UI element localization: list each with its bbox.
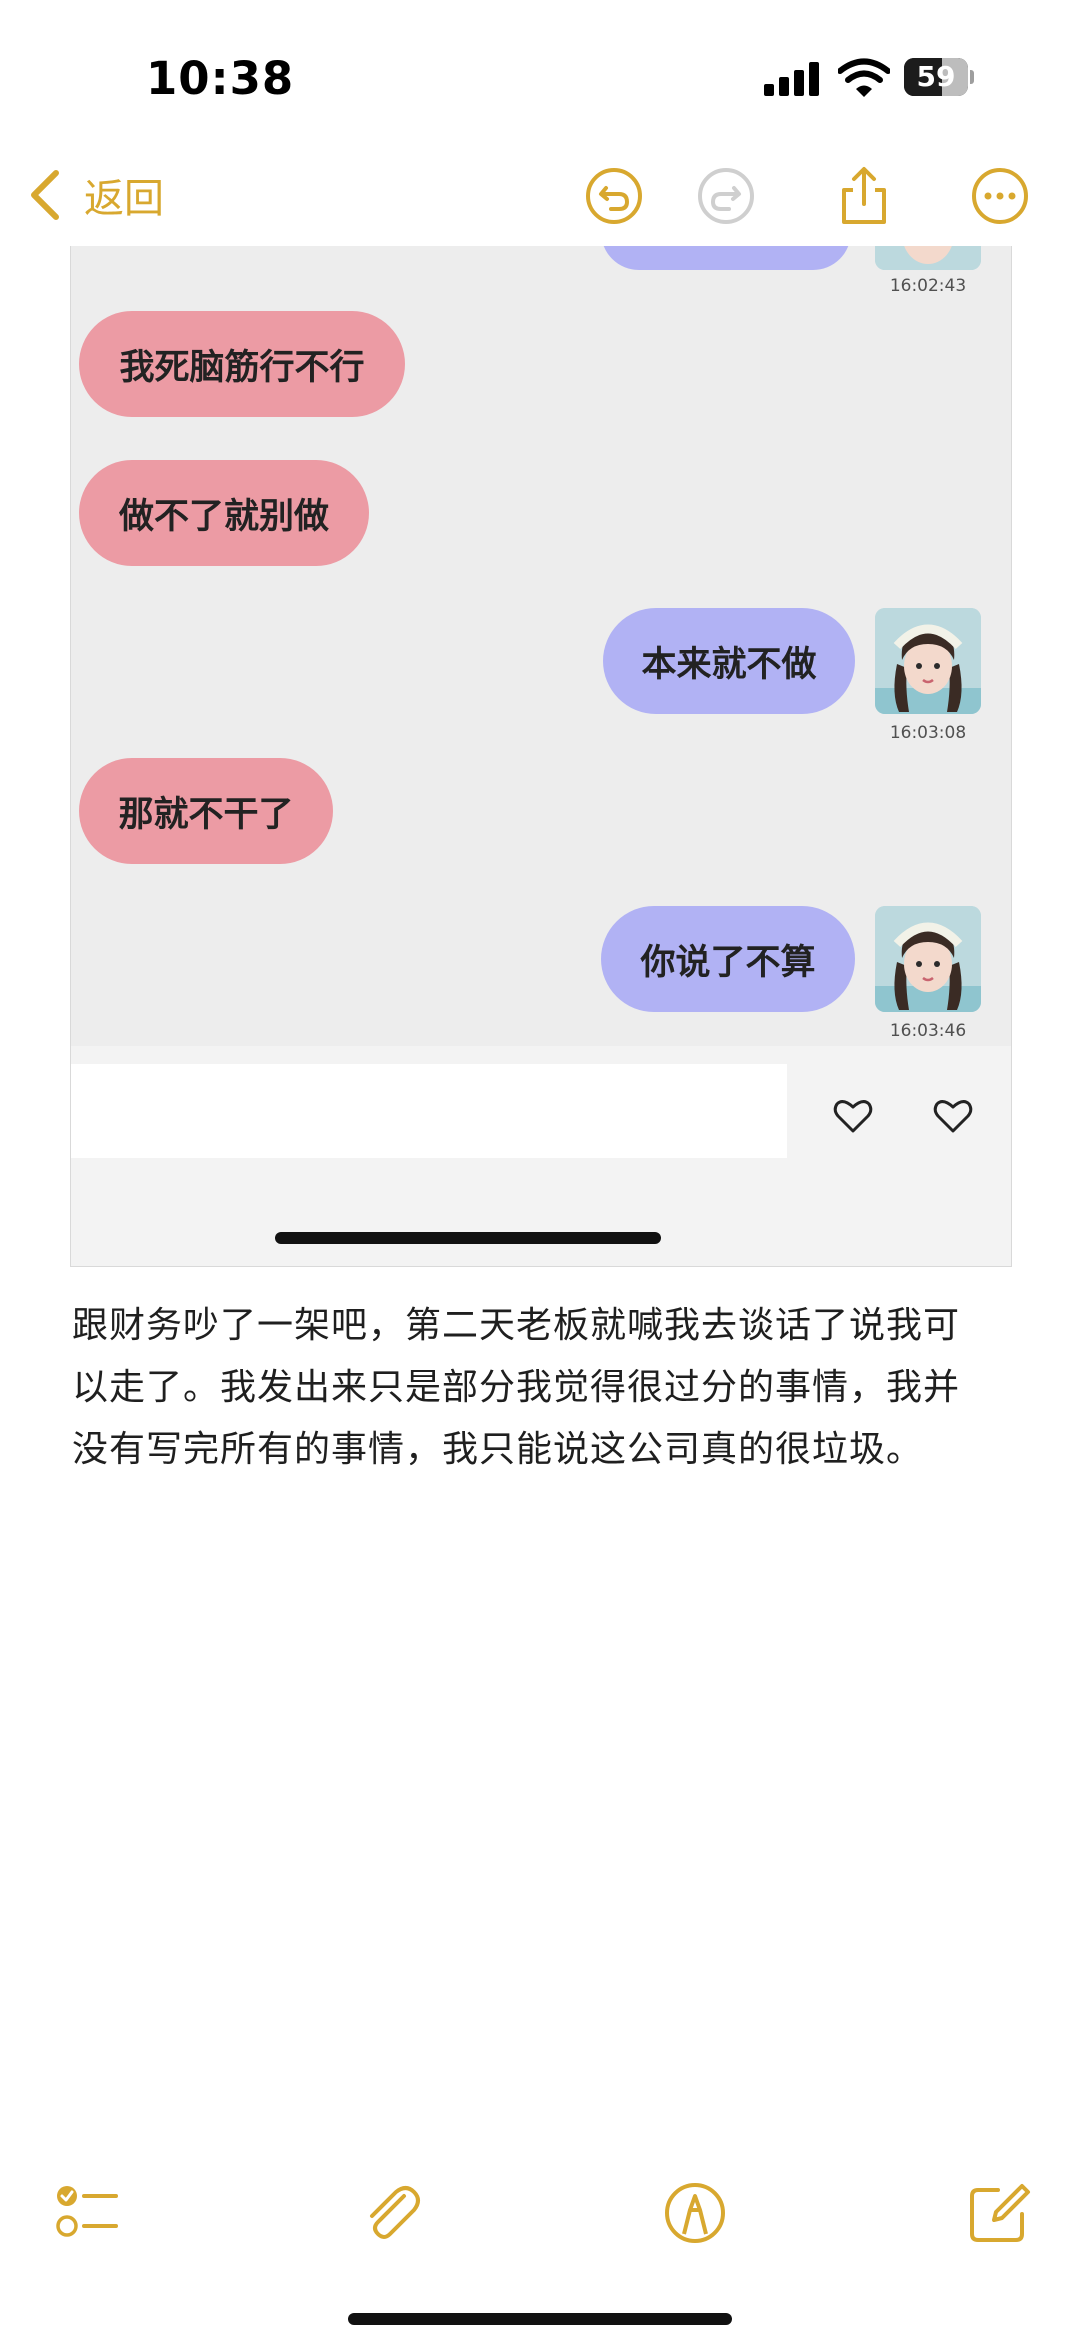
compose-icon [970,2184,1030,2242]
markup-button[interactable] [662,2180,728,2246]
status-bar: 10:38 59 [0,0,1080,150]
chat-bubble-text: 做不了就别做 [118,496,329,537]
compose-button[interactable] [966,2180,1032,2246]
attachment-icon [370,2186,420,2239]
chat-bubble-right: 本来就不做 [603,608,855,714]
chat-bubble-left: 做不了就别做 [79,460,369,566]
undo-button[interactable] [584,166,644,226]
chat-bubble-text: 我死脑筋行不行 [119,347,365,388]
heart-icon [833,1098,873,1134]
avatar-girl-picture [875,246,981,270]
chat-bubble-right [601,246,851,270]
avatar [875,608,981,714]
more-button[interactable] [970,166,1030,226]
cellular-signal-icon [764,62,819,96]
share-button[interactable] [834,166,894,226]
chat-input-field [71,1064,787,1158]
message-timestamp: 16:03:08 [889,723,967,743]
redo-icon [698,168,754,224]
chat-home-indicator [275,1232,661,1244]
battery-level: 59 [916,60,956,93]
chat-bubble-left: 那就不干了 [79,758,333,864]
chat-bubble-left: 我死脑筋行不行 [79,311,405,417]
avatar [875,906,981,1012]
avatar-girl-picture [875,906,981,1012]
chat-screenshot-image: 16:02:43 我死脑筋行不行 做不了就别做 本来就不做 16:03:08 那… [70,246,1012,1267]
chat-bubble-text: 你说了不算 [640,942,816,983]
note-body-text[interactable]: 跟财务吵了一架吧，第二天老板就喊我去谈话了说我可 以走了。我发出来只是部分我觉得… [72,1295,1012,1481]
markup-icon [665,2183,725,2243]
share-icon [842,167,886,224]
checklist-icon [56,2186,118,2237]
attachment-button[interactable] [358,2180,424,2246]
chat-bubble-text: 本来就不做 [641,644,817,685]
wifi-icon [838,58,890,97]
note-line: 跟财务吵了一架吧，第二天老板就喊我去谈话了说我可 [72,1305,961,1346]
undo-icon [586,168,642,224]
avatar [875,246,981,270]
nav-bar: 返回 [0,150,1080,240]
battery-cap [970,70,974,84]
checklist-button[interactable] [54,2180,120,2246]
chevron-left-icon [31,170,59,220]
chat-input-area [71,1046,1011,1266]
chat-bubble-right: 你说了不算 [601,906,855,1012]
status-time: 10:38 [146,52,295,105]
home-indicator [348,2313,732,2325]
more-icon [972,168,1028,224]
note-line: 以走了。我发出来只是部分我觉得很过分的事情，我并 [72,1367,961,1408]
heart-icon [933,1098,973,1134]
message-timestamp: 16:03:46 [889,1021,967,1041]
bottom-toolbar [0,2170,1080,2260]
note-line: 没有写完所有的事情，我只能说这公司真的很垃圾。 [72,1429,924,1470]
avatar-girl-picture [875,608,981,714]
redo-button[interactable] [696,166,756,226]
back-label: 返回 [84,176,164,222]
battery-indicator: 59 [904,58,974,96]
chat-bubble-text: 那就不干了 [118,794,294,835]
message-timestamp: 16:02:43 [889,276,967,296]
back-button[interactable]: 返回 [28,164,164,226]
battery-icon: 59 [904,58,968,96]
